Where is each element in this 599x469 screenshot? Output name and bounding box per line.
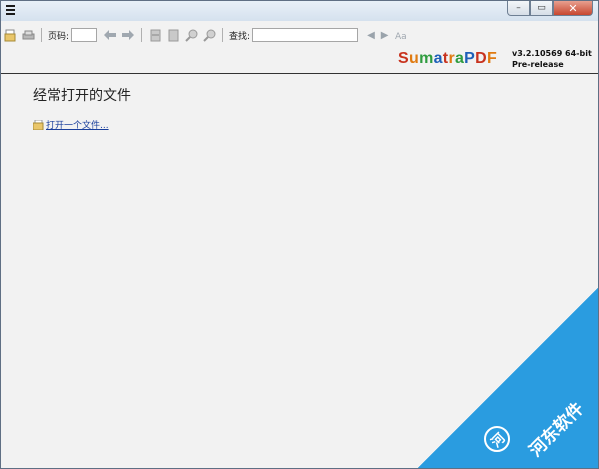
- page-number-input[interactable]: [71, 28, 98, 42]
- zoom-in-icon[interactable]: [202, 28, 216, 42]
- app-logo-letter: D: [475, 50, 488, 67]
- app-logo-letter: a: [433, 50, 443, 67]
- watermark-text: 河东软件: [525, 398, 588, 462]
- toolbar-separator: [141, 28, 143, 42]
- version-text: v3.2.10569 64-bit: [512, 49, 592, 58]
- window-controls: – ▭ ✕: [507, 1, 593, 17]
- open-folder-icon: [33, 119, 44, 130]
- page-label: 页码:: [48, 31, 70, 42]
- watermark: 河 河东软件: [418, 288, 598, 468]
- app-logo-letter: F: [487, 50, 498, 67]
- find-prev-icon[interactable]: ◀: [367, 30, 375, 41]
- app-window: – ▭ ✕ 页码: 查找: ◀ ▶ Aa SumatraPDF v3.2.105…: [0, 0, 599, 469]
- print-icon[interactable]: [21, 28, 35, 42]
- minimize-button[interactable]: –: [507, 1, 530, 16]
- watermark-logo-icon: 河: [478, 420, 516, 458]
- match-case-icon[interactable]: Aa: [394, 28, 408, 42]
- header-divider: [1, 73, 598, 74]
- fit-page-icon[interactable]: [148, 28, 162, 42]
- app-logo: SumatraPDF: [398, 50, 497, 68]
- find-next-icon[interactable]: ▶: [381, 30, 389, 41]
- next-page-icon[interactable]: [121, 28, 135, 42]
- zoom-out-icon[interactable]: [184, 28, 198, 42]
- toolbar-separator: [222, 28, 224, 42]
- maximize-button[interactable]: ▭: [530, 1, 553, 16]
- prev-page-icon[interactable]: [103, 28, 117, 42]
- find-label: 查找:: [229, 31, 251, 42]
- svg-text:Aa: Aa: [395, 32, 407, 40]
- app-logo-letter: u: [408, 50, 420, 67]
- toolbar-separator: [41, 28, 42, 42]
- find-input[interactable]: [252, 28, 359, 42]
- frequently-read-heading: 经常打开的文件: [33, 88, 131, 104]
- open-document-row[interactable]: 打开一个文件...: [33, 118, 109, 131]
- title-bar: – ▭ ✕: [1, 1, 598, 21]
- app-header: SumatraPDF v3.2.10569 64-bit Pre-release: [1, 46, 598, 73]
- release-type: Pre-release: [512, 60, 564, 69]
- toolbar: 页码: 查找: ◀ ▶ Aa: [1, 24, 598, 46]
- open-document-link[interactable]: 打开一个文件...: [46, 118, 109, 131]
- app-logo-letter: P: [464, 50, 476, 67]
- menu-icon[interactable]: [6, 5, 15, 15]
- app-logo-letter: a: [454, 50, 465, 67]
- app-logo-letter: m: [419, 50, 434, 67]
- fit-width-icon[interactable]: [166, 28, 180, 42]
- app-logo-letter: S: [398, 50, 409, 67]
- close-button[interactable]: ✕: [553, 1, 593, 16]
- open-file-icon[interactable]: [3, 28, 17, 42]
- version-info: v3.2.10569 64-bit Pre-release: [512, 48, 592, 70]
